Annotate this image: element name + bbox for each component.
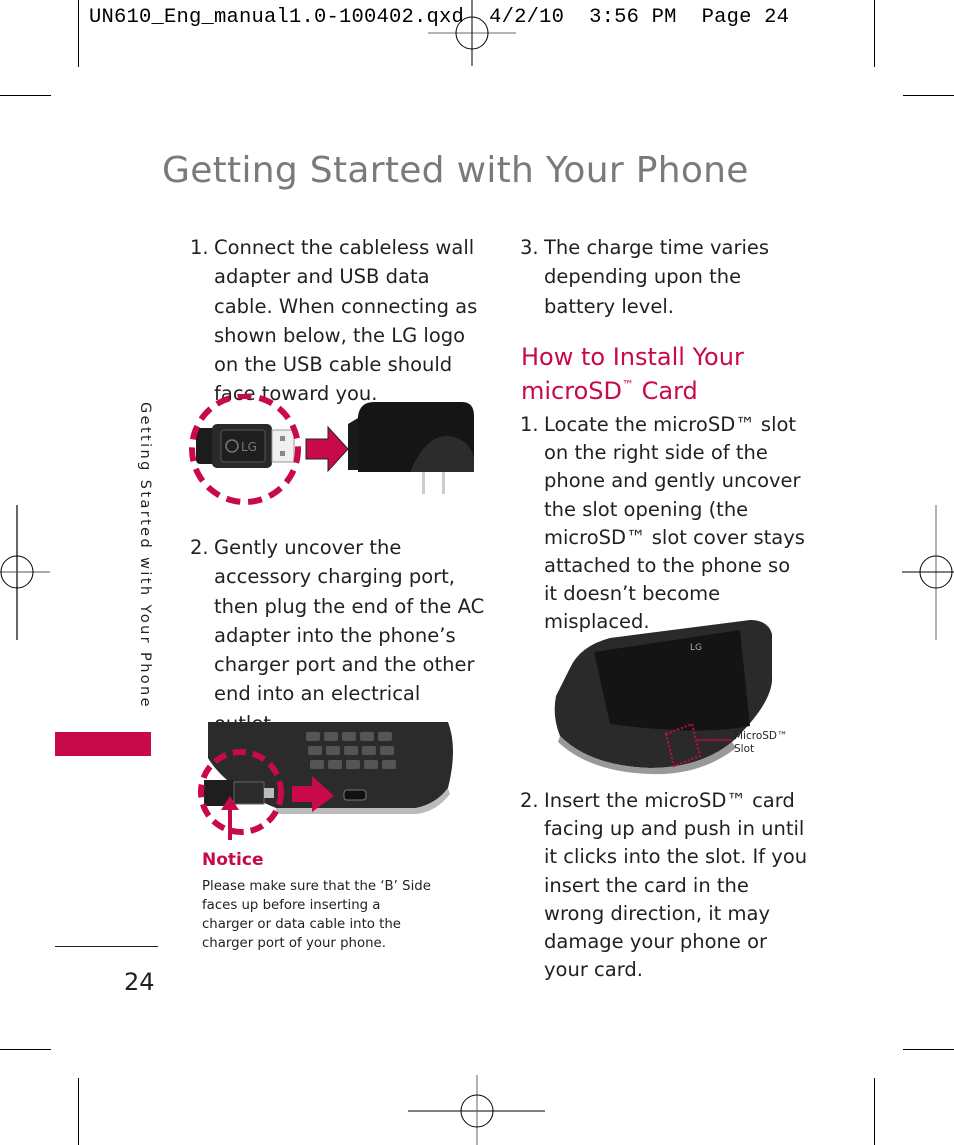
left-step-2: 2. Gently uncover the accessory charging… [190,533,485,738]
crop-mark [78,1078,79,1145]
crop-mark [874,1078,875,1145]
step-text: Insert the microSD™ card facing up and p… [544,789,808,982]
arrow-right-icon [305,425,349,473]
wall-adapter-image [348,402,474,494]
slug-page: Page 24 [701,6,790,29]
step-number: 2. [190,536,209,559]
page-title: Getting Started with Your Phone [162,150,749,191]
page-number: 24 [124,968,155,996]
step-number: 1. [520,413,539,436]
side-section-label: Getting Started with Your Phone [137,402,153,709]
right-step-3: 3. The charge time varies depending upon… [520,233,810,321]
step-text: Locate the microSD™ slot on the right si… [544,413,805,634]
notice-title: Notice [202,850,264,870]
step-number: 3. [520,236,539,259]
left-step-1: 1. Connect the cableless wall adapter an… [190,233,485,409]
micro-usb-plug-image [204,780,274,806]
registration-mark-top [428,0,516,66]
heading-microsd: microSD [521,377,622,406]
step-text: The charge time varies depending upon th… [544,236,770,318]
crop-mark [0,95,51,96]
step-number: 1. [190,236,209,259]
callout-line-1: MicroSD™ [734,730,788,742]
section-heading-line-2: microSD™ Card [521,371,744,405]
section-tab-marker [55,732,151,756]
crop-mark [903,95,954,96]
crop-mark [874,0,875,67]
svg-text:LG: LG [690,643,702,653]
usb-adapter-figure: LG [189,394,474,505]
right-step-1: 1. Locate the microSD™ slot on the right… [520,411,805,637]
crop-mark [903,1049,954,1050]
crop-mark [78,0,79,67]
crop-mark [0,1049,51,1050]
microsd-slot-callout: MicroSD™ Slot [734,730,788,756]
registration-mark-bottom [408,1075,545,1145]
charger-port-figure [198,722,453,840]
heading-card: Card [633,377,698,406]
notice-text: Please make sure that the ‘B’ Side faces… [202,879,431,951]
section-heading: How to Install Your microSD™ Card [521,343,744,405]
trademark-symbol: ™ [621,378,634,392]
callout-line-2: Slot [734,743,755,755]
usb-plug-image: LG [196,424,295,468]
step-text: Gently uncover the accessory charging po… [214,536,485,735]
registration-mark-right [902,505,954,640]
section-heading-line-1: How to Install Your [521,343,744,371]
slug-filename: UN610_Eng_manual1.0-100402.qxd [89,6,465,29]
svg-text:LG: LG [241,440,257,454]
step-text: Connect the cableless wall adapter and U… [214,236,478,406]
footer-rule [55,946,158,947]
step-number: 2. [520,789,539,812]
registration-mark-left [0,505,50,640]
slug-time: 3:56 PM [589,6,677,29]
right-step-2: 2. Insert the microSD™ card facing up an… [520,787,810,984]
